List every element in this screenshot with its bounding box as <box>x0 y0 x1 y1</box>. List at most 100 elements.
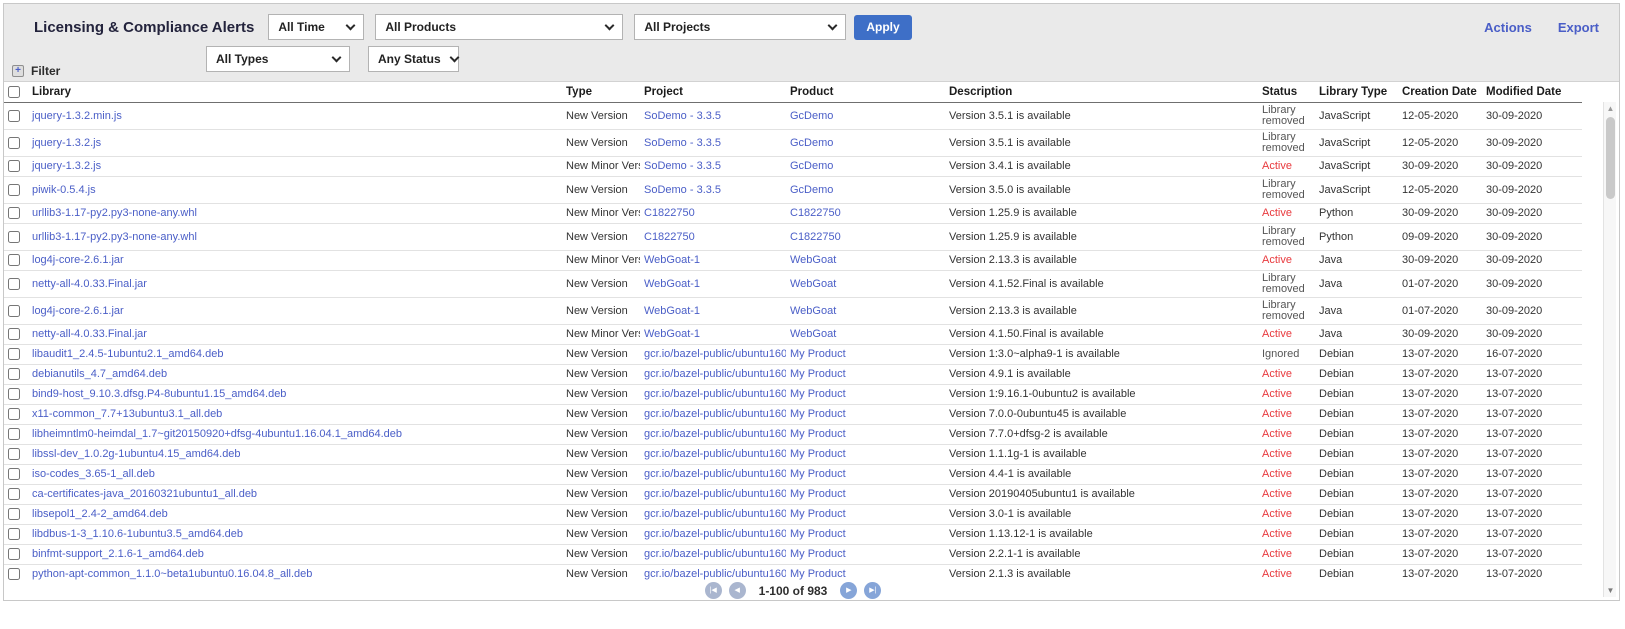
library-link[interactable]: netty-all-4.0.33.Final.jar <box>32 328 147 340</box>
column-header-product[interactable]: Product <box>786 82 945 103</box>
product-link[interactable]: My Product <box>790 468 846 480</box>
row-checkbox[interactable] <box>8 160 20 172</box>
project-link[interactable]: gcr.io/bazel-public/ubuntu1604-b <box>644 428 786 440</box>
column-header-library-type[interactable]: Library Type <box>1315 82 1398 103</box>
project-link[interactable]: gcr.io/bazel-public/ubuntu1604-b <box>644 388 786 400</box>
product-link[interactable]: My Product <box>790 548 846 560</box>
project-link[interactable]: gcr.io/bazel-public/ubuntu1604-b <box>644 368 786 380</box>
product-link[interactable]: GcDemo <box>790 110 833 122</box>
product-link[interactable]: C1822750 <box>790 231 841 243</box>
library-link[interactable]: iso-codes_3.65-1_all.deb <box>32 468 155 480</box>
row-checkbox[interactable] <box>8 231 20 243</box>
project-link[interactable]: C1822750 <box>644 231 695 243</box>
scroll-down-icon[interactable]: ▼ <box>1604 584 1617 597</box>
project-link[interactable]: gcr.io/bazel-public/ubuntu1604-b <box>644 488 786 500</box>
library-link[interactable]: urllib3-1.17-py2.py3-none-any.whl <box>32 231 197 243</box>
library-link[interactable]: libsepol1_2.4-2_amd64.deb <box>32 508 168 520</box>
scrollbar-thumb[interactable] <box>1606 117 1615 199</box>
library-link[interactable]: libaudit1_2.4.5-1ubuntu2.1_amd64.deb <box>32 348 223 360</box>
library-link[interactable]: libssl-dev_1.0.2g-1ubuntu4.15_amd64.deb <box>32 448 241 460</box>
row-checkbox[interactable] <box>8 548 20 560</box>
filter-toggle[interactable]: + Filter <box>12 64 60 78</box>
library-link[interactable]: bind9-host_9.10.3.dfsg.P4-8ubuntu1.15_am… <box>32 388 286 400</box>
product-link[interactable]: My Product <box>790 368 846 380</box>
product-link[interactable]: My Product <box>790 428 846 440</box>
row-checkbox[interactable] <box>8 388 20 400</box>
library-link[interactable]: python-apt-common_1.1.0~beta1ubuntu0.16.… <box>32 568 312 580</box>
export-link[interactable]: Export <box>1558 20 1599 35</box>
product-link[interactable]: C1822750 <box>790 207 841 219</box>
library-link[interactable]: x11-common_7.7+13ubuntu3.1_all.deb <box>32 408 222 420</box>
row-checkbox[interactable] <box>8 328 20 340</box>
row-checkbox[interactable] <box>8 468 20 480</box>
types-filter-select[interactable]: All Types <box>206 46 350 72</box>
library-link[interactable]: jquery-1.3.2.min.js <box>32 110 122 122</box>
vertical-scrollbar[interactable]: ▲ ▼ <box>1603 102 1616 597</box>
row-checkbox[interactable] <box>8 448 20 460</box>
first-page-button[interactable]: |◀ <box>705 582 722 599</box>
library-link[interactable]: log4j-core-2.6.1.jar <box>32 305 124 317</box>
product-link[interactable]: WebGoat <box>790 254 836 266</box>
project-link[interactable]: WebGoat-1 <box>644 278 700 290</box>
project-link[interactable]: SoDemo - 3.3.5 <box>644 184 721 196</box>
row-checkbox[interactable] <box>8 110 20 122</box>
product-link[interactable]: My Product <box>790 408 846 420</box>
next-page-button[interactable]: ▶ <box>840 582 857 599</box>
library-link[interactable]: jquery-1.3.2.js <box>32 137 101 149</box>
project-link[interactable]: gcr.io/bazel-public/ubuntu1604-b <box>644 348 786 360</box>
project-link[interactable]: gcr.io/bazel-public/ubuntu1604-b <box>644 408 786 420</box>
row-checkbox[interactable] <box>8 305 20 317</box>
row-checkbox[interactable] <box>8 137 20 149</box>
project-link[interactable]: gcr.io/bazel-public/ubuntu1604-b <box>644 508 786 520</box>
actions-link[interactable]: Actions <box>1484 20 1532 35</box>
product-link[interactable]: My Product <box>790 448 846 460</box>
project-link[interactable]: WebGoat-1 <box>644 328 700 340</box>
product-link[interactable]: My Product <box>790 568 846 580</box>
previous-page-button[interactable]: ◀ <box>729 582 746 599</box>
library-link[interactable]: binfmt-support_2.1.6-1_amd64.deb <box>32 548 204 560</box>
select-all-checkbox[interactable] <box>8 86 20 98</box>
project-link[interactable]: SoDemo - 3.3.5 <box>644 137 721 149</box>
status-filter-select[interactable]: Any Status <box>368 46 459 72</box>
row-checkbox[interactable] <box>8 254 20 266</box>
row-checkbox[interactable] <box>8 278 20 290</box>
library-link[interactable]: log4j-core-2.6.1.jar <box>32 254 124 266</box>
product-link[interactable]: My Product <box>790 388 846 400</box>
row-checkbox[interactable] <box>8 428 20 440</box>
column-header-creation-date[interactable]: Creation Date <box>1398 82 1482 103</box>
time-filter-select[interactable]: All Time <box>268 14 364 40</box>
project-link[interactable]: gcr.io/bazel-public/ubuntu1604-b <box>644 548 786 560</box>
product-link[interactable]: GcDemo <box>790 137 833 149</box>
product-link[interactable]: WebGoat <box>790 278 836 290</box>
product-link[interactable]: My Product <box>790 528 846 540</box>
column-header-modified-date[interactable]: Modified Date <box>1482 82 1582 103</box>
row-checkbox[interactable] <box>8 408 20 420</box>
row-checkbox[interactable] <box>8 528 20 540</box>
project-link[interactable]: gcr.io/bazel-public/ubuntu1604-b <box>644 568 786 580</box>
library-link[interactable]: netty-all-4.0.33.Final.jar <box>32 278 147 290</box>
project-link[interactable]: C1822750 <box>644 207 695 219</box>
row-checkbox[interactable] <box>8 207 20 219</box>
projects-filter-select[interactable]: All Projects <box>634 14 846 40</box>
row-checkbox[interactable] <box>8 184 20 196</box>
column-header-project[interactable]: Project <box>640 82 786 103</box>
product-link[interactable]: GcDemo <box>790 184 833 196</box>
product-link[interactable]: My Product <box>790 488 846 500</box>
library-link[interactable]: piwik-0.5.4.js <box>32 184 96 196</box>
products-filter-select[interactable]: All Products <box>375 14 623 40</box>
library-link[interactable]: jquery-1.3.2.js <box>32 160 101 172</box>
project-link[interactable]: SoDemo - 3.3.5 <box>644 110 721 122</box>
apply-button[interactable]: Apply <box>854 15 911 40</box>
project-link[interactable]: gcr.io/bazel-public/ubuntu1604-b <box>644 528 786 540</box>
row-checkbox[interactable] <box>8 348 20 360</box>
row-checkbox[interactable] <box>8 508 20 520</box>
expand-plus-icon[interactable]: + <box>12 65 24 77</box>
column-header-library[interactable]: Library <box>28 82 562 103</box>
product-link[interactable]: My Product <box>790 508 846 520</box>
product-link[interactable]: GcDemo <box>790 160 833 172</box>
last-page-button[interactable]: ▶| <box>864 582 881 599</box>
library-link[interactable]: urllib3-1.17-py2.py3-none-any.whl <box>32 207 197 219</box>
library-link[interactable]: libdbus-1-3_1.10.6-1ubuntu3.5_amd64.deb <box>32 528 243 540</box>
row-checkbox[interactable] <box>8 568 20 580</box>
product-link[interactable]: WebGoat <box>790 328 836 340</box>
